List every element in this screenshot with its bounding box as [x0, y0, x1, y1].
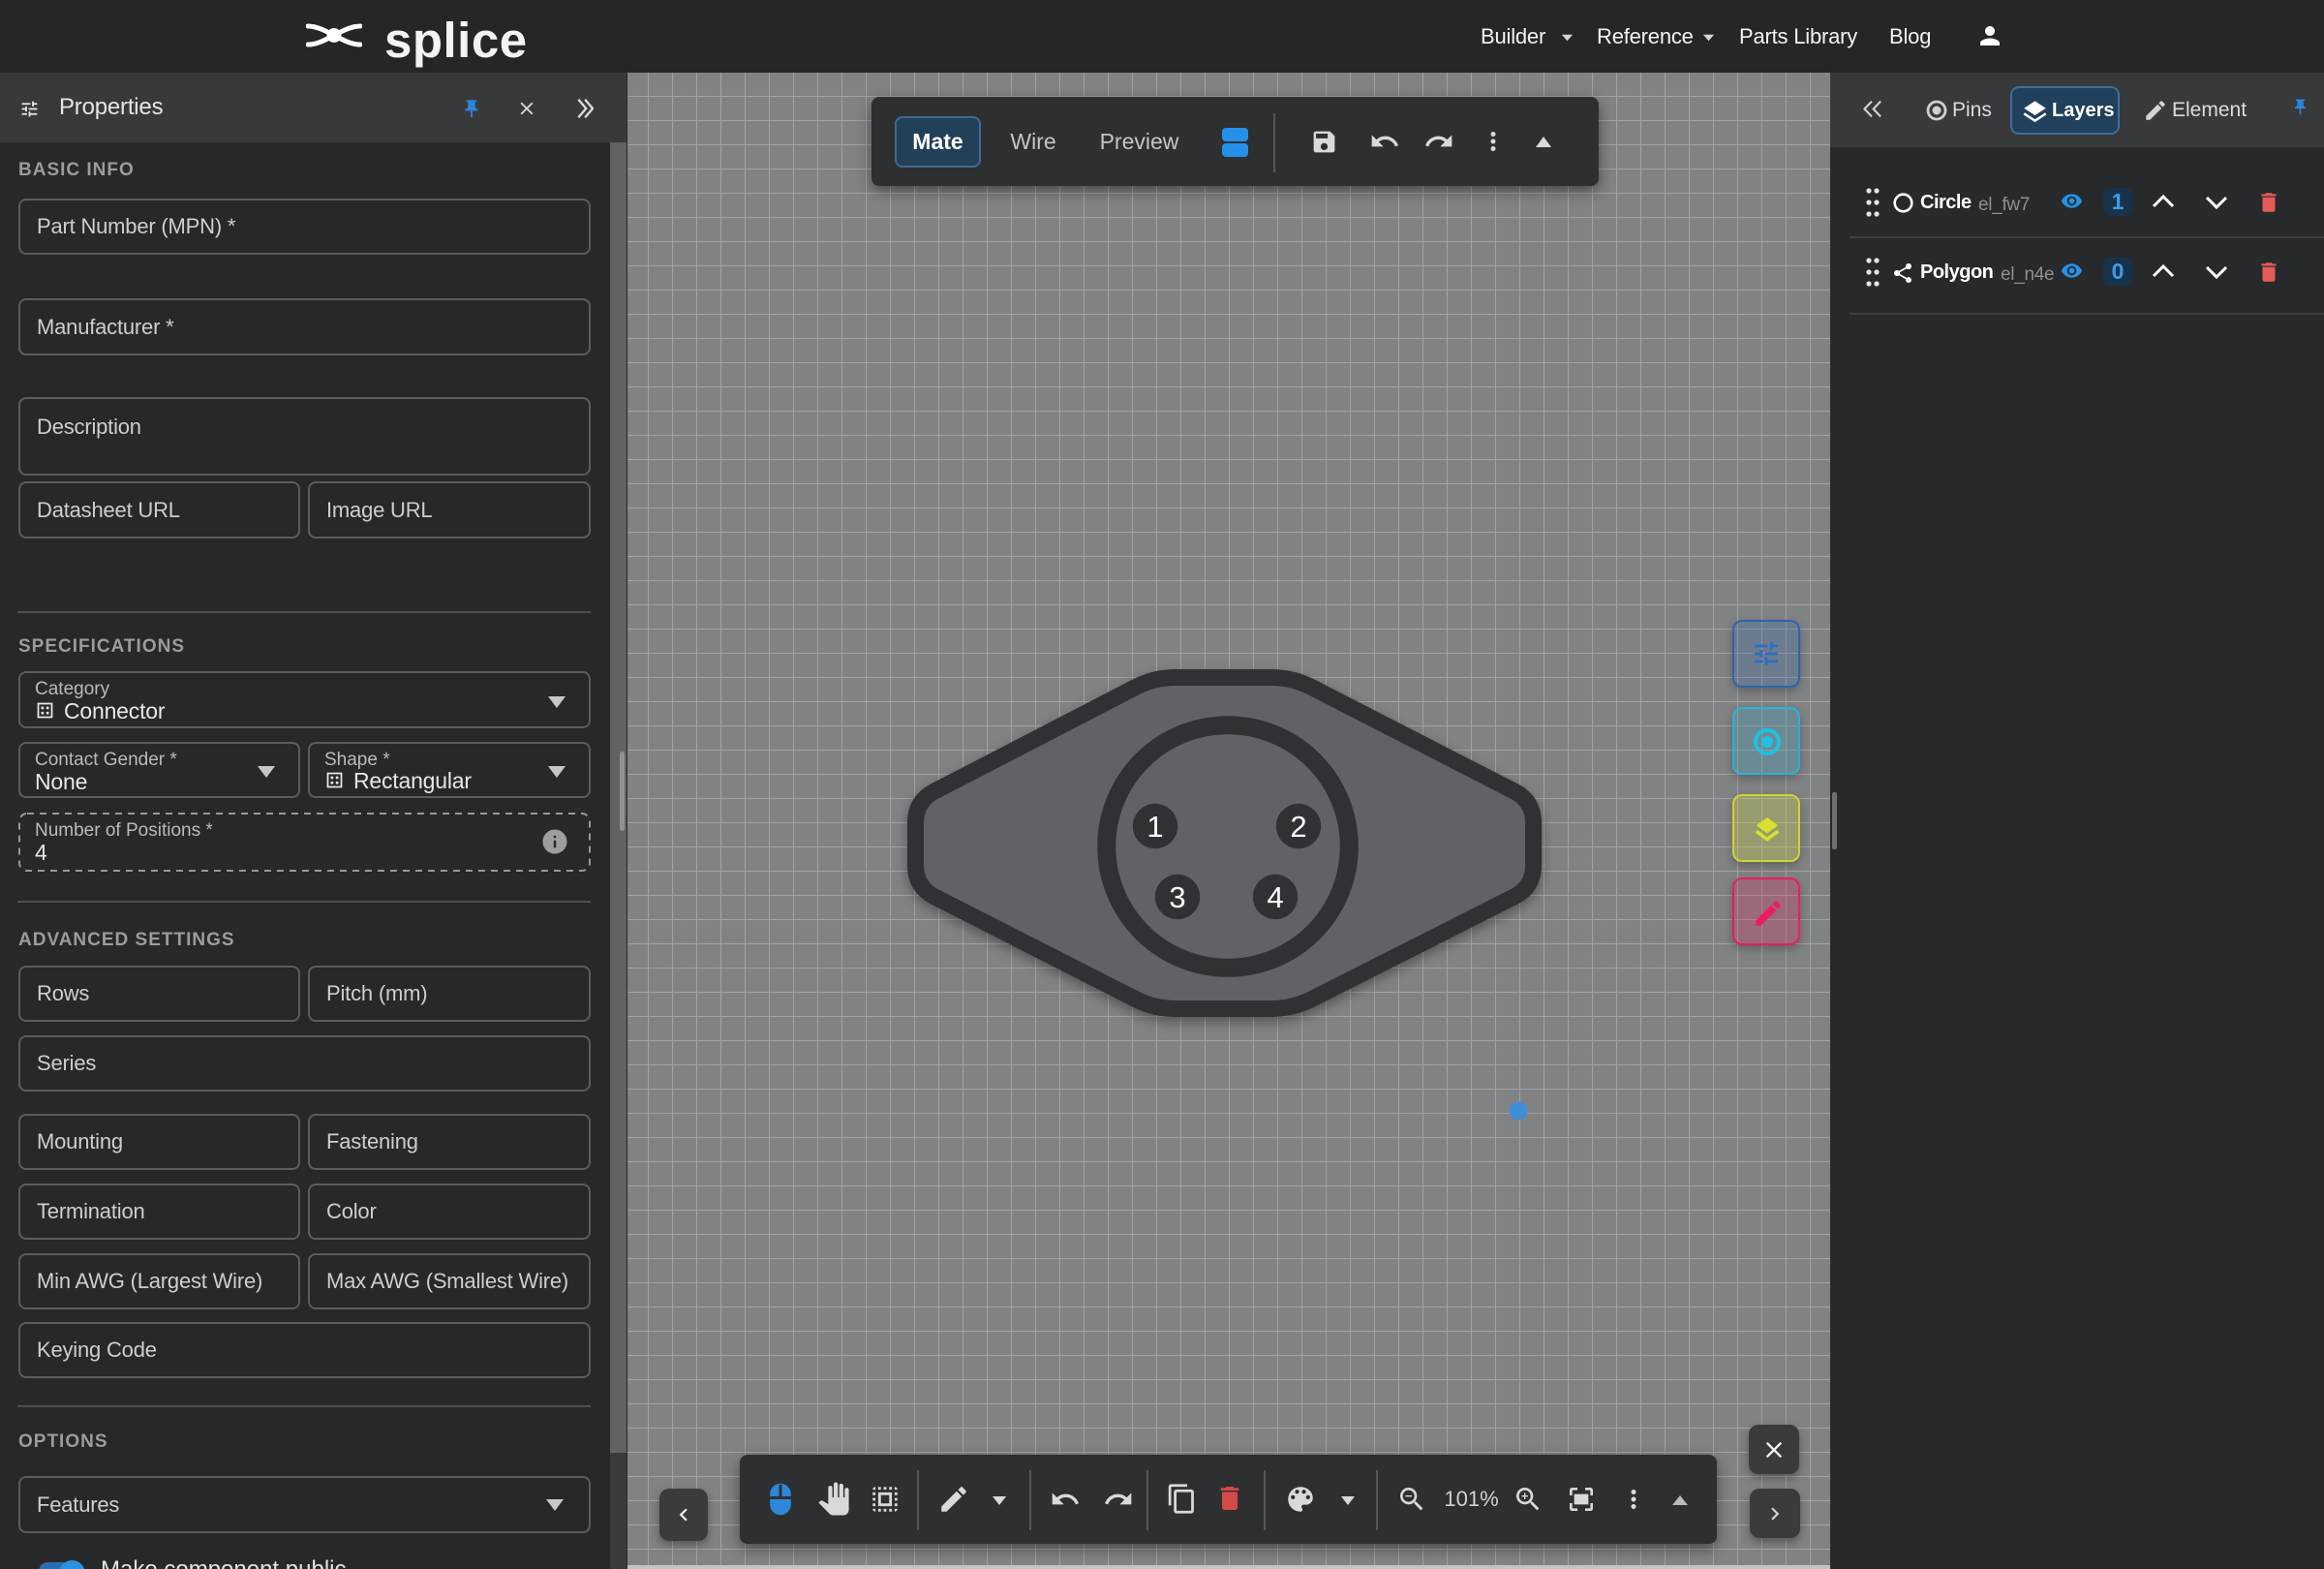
svg-text:3: 3: [1169, 880, 1185, 914]
svg-text:1: 1: [1147, 810, 1163, 844]
svg-text:2: 2: [1290, 810, 1306, 844]
svg-text:4: 4: [1267, 880, 1283, 914]
